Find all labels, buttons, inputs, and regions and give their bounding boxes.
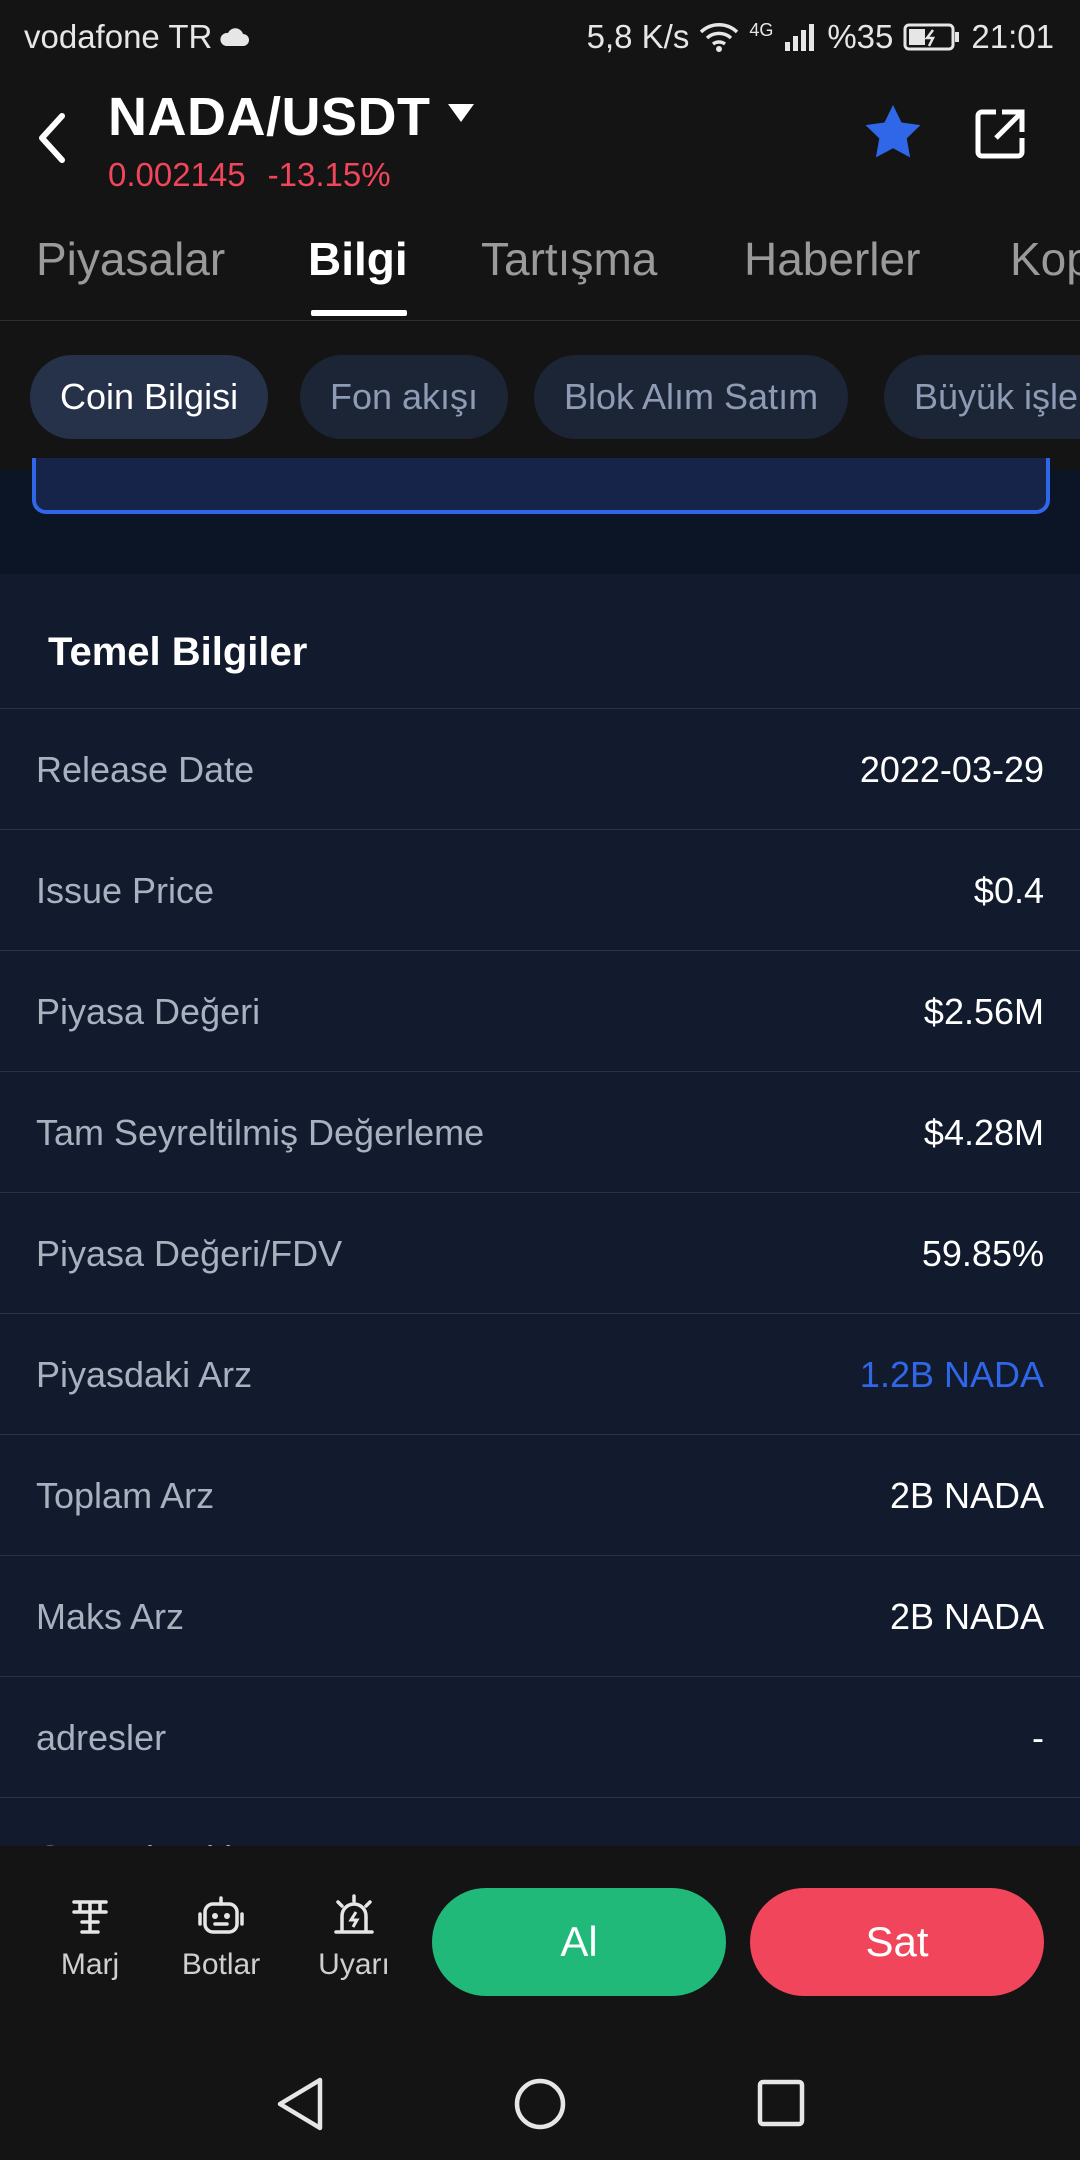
star-icon[interactable] bbox=[862, 102, 924, 162]
row-value: $0.4 bbox=[973, 870, 1044, 911]
row-label: Piyasdaki Arz bbox=[36, 1354, 253, 1395]
battery-percent: %35 bbox=[827, 18, 894, 55]
share-icon[interactable] bbox=[972, 106, 1028, 162]
row-label: Piyasa Değeri bbox=[36, 991, 261, 1032]
bots-button[interactable]: Botlar bbox=[166, 1894, 276, 1982]
margin-icon bbox=[72, 1900, 108, 1934]
chip-blok-alim-satim[interactable]: Blok Alım Satım bbox=[534, 355, 849, 439]
tab-tartisma[interactable]: Tartışma bbox=[481, 232, 657, 286]
chip-buyuk-islem[interactable]: Büyük işle bbox=[884, 355, 1080, 439]
margin-label: Marj bbox=[60, 1948, 120, 1981]
info-subtabs: Coin Bilgisi Fon akışı Blok Alım Satım B… bbox=[0, 321, 1080, 469]
row-label: Maks Arz bbox=[36, 1596, 185, 1637]
basic-info-section: Temel Bilgiler Release Date 2022-03-29 Is… bbox=[0, 574, 1080, 1846]
row-label: Core Algorithm bbox=[36, 1838, 274, 1846]
row-label: adresler bbox=[36, 1717, 167, 1758]
pair-header: NADA/USDT 0.002145 -13.15% bbox=[0, 72, 1080, 202]
price-change: -13.15% bbox=[267, 156, 391, 193]
info-table: Release Date 2022-03-29 Issue Price $0.4 P… bbox=[0, 708, 1080, 1846]
trade-action-bar: Marj Botlar Uyarı Al Sat bbox=[0, 1846, 1080, 2040]
clock: 21:01 bbox=[971, 18, 1054, 55]
status-bar: vodafone TR 5,8 K/s 4G %35 21:01 bbox=[0, 0, 1080, 72]
battery-icon bbox=[903, 23, 960, 51]
table-row: Tam Seyreltilmiş Değerleme $4.28M bbox=[0, 1071, 1080, 1192]
row-label: Release Date bbox=[36, 749, 255, 790]
last-price: 0.002145 bbox=[108, 156, 246, 193]
table-row: Toplam Arz 2B NADA bbox=[0, 1434, 1080, 1555]
row-label: Tam Seyreltilmiş Değerleme bbox=[36, 1112, 485, 1153]
cloud-icon bbox=[220, 28, 250, 46]
nav-back-icon[interactable] bbox=[274, 2076, 326, 2132]
row-label: Issue Price bbox=[36, 870, 215, 911]
alert-label: Uyarı bbox=[318, 1948, 390, 1981]
active-tab-indicator bbox=[311, 310, 407, 316]
row-label: Piyasa Değeri/FDV bbox=[36, 1233, 343, 1274]
row-value: $4.28M bbox=[923, 1112, 1044, 1153]
table-row: Piyasa Değeri/FDV 59.85% bbox=[0, 1192, 1080, 1313]
tab-kop[interactable]: Kop bbox=[1010, 232, 1080, 286]
nav-home-icon[interactable] bbox=[512, 2076, 568, 2132]
alert-button[interactable]: Uyarı bbox=[299, 1894, 409, 1982]
robot-icon bbox=[198, 1896, 244, 1934]
tab-piyasalar[interactable]: Piyasalar bbox=[36, 232, 225, 286]
main-tabs: Piyasalar Bilgi Tartışma Haberler Kop bbox=[0, 202, 1080, 321]
row-value: - bbox=[1032, 1717, 1044, 1758]
net-speed: 5,8 K/s bbox=[586, 18, 690, 55]
network-type: 4G bbox=[749, 19, 774, 40]
table-row: Maks Arz 2B NADA bbox=[0, 1555, 1080, 1676]
row-label: Toplam Arz bbox=[36, 1475, 215, 1516]
row-value: 2B NADA bbox=[889, 1596, 1044, 1637]
buy-button[interactable]: Al bbox=[432, 1888, 726, 1996]
row-value: 2022-03-29 bbox=[859, 749, 1044, 790]
price-line: 0.002145 -13.15% bbox=[108, 156, 391, 194]
alarm-icon bbox=[334, 1894, 374, 1934]
row-value: 59.85% bbox=[921, 1233, 1044, 1274]
tab-haberler[interactable]: Haberler bbox=[744, 232, 920, 286]
nav-recents-icon[interactable] bbox=[756, 2078, 806, 2128]
margin-button[interactable]: Marj bbox=[35, 1894, 145, 1982]
promo-banner[interactable] bbox=[32, 458, 1050, 514]
table-row[interactable]: Piyasdaki Arz 1.2B NADA bbox=[0, 1313, 1080, 1434]
chip-coin-bilgisi[interactable]: Coin Bilgisi bbox=[30, 355, 269, 439]
sell-button[interactable]: Sat bbox=[750, 1888, 1044, 1996]
system-nav-bar bbox=[0, 2040, 1080, 2160]
bots-label: Botlar bbox=[181, 1948, 261, 1981]
table-row: Piyasa Değeri $2.56M bbox=[0, 950, 1080, 1071]
chip-fon-akisi[interactable]: Fon akışı bbox=[300, 355, 509, 439]
wifi-icon bbox=[700, 23, 739, 52]
table-row: adresler - bbox=[0, 1676, 1080, 1797]
pair-title[interactable]: NADA/USDT bbox=[108, 86, 431, 148]
tab-bilgi[interactable]: Bilgi bbox=[308, 232, 408, 286]
section-title: Temel Bilgiler bbox=[48, 630, 308, 674]
table-row: Issue Price $0.4 bbox=[0, 829, 1080, 950]
signal-icon bbox=[785, 24, 815, 51]
back-arrow-icon[interactable] bbox=[34, 112, 70, 164]
row-value: 2B NADA bbox=[889, 1475, 1044, 1516]
caret-down-icon[interactable] bbox=[446, 102, 476, 124]
carrier-label: vodafone TR bbox=[24, 18, 213, 55]
circulating-supply-link[interactable]: 1.2B NADA bbox=[860, 1354, 1044, 1396]
table-row: Core Algorithm bbox=[0, 1797, 1080, 1846]
row-value: $2.56M bbox=[923, 991, 1044, 1032]
table-row: Release Date 2022-03-29 bbox=[0, 708, 1080, 829]
